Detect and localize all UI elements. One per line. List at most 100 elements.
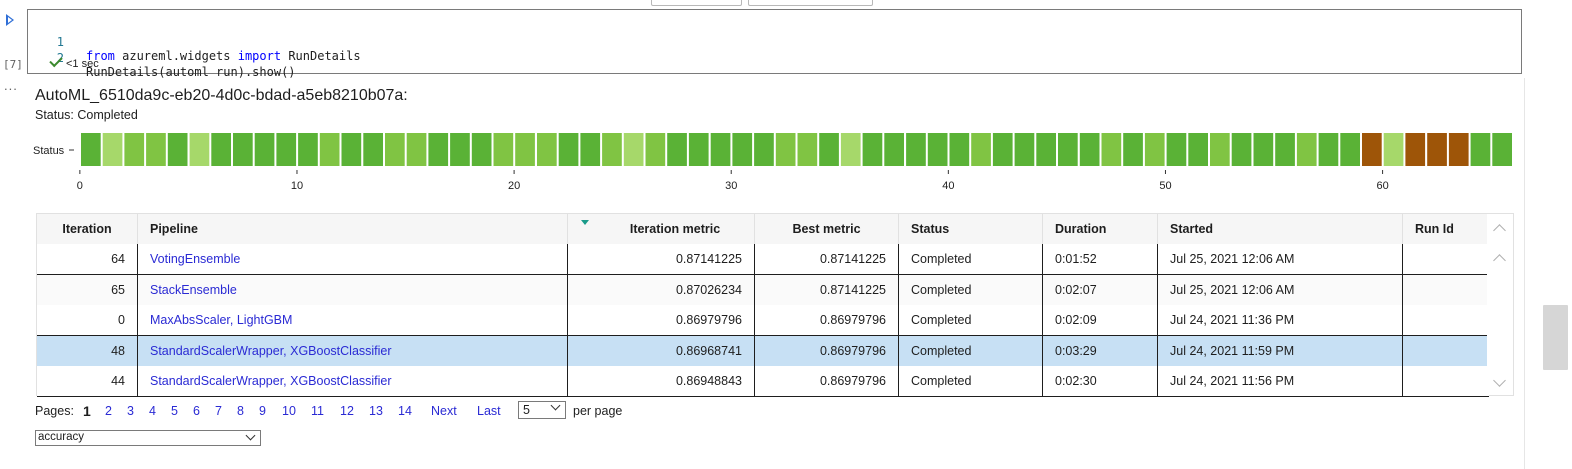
timeline-cell-21[interactable] xyxy=(537,133,557,166)
last-page-link[interactable]: Last xyxy=(477,404,501,418)
timeline-cell-51[interactable] xyxy=(1188,133,1208,166)
timeline-cell-20[interactable] xyxy=(515,133,535,166)
cell-pipeline[interactable]: StackEnsemble xyxy=(138,274,568,305)
timeline-cell-35[interactable] xyxy=(840,133,861,166)
timeline-cell-16[interactable] xyxy=(428,133,449,166)
page-link-7[interactable]: 7 xyxy=(215,404,222,418)
run-cell-icon[interactable] xyxy=(6,14,14,26)
page-link-11[interactable]: 11 xyxy=(311,404,324,418)
table-row[interactable]: 64 VotingEnsemble 0.87141225 0.87141225 Comp… xyxy=(37,244,1489,275)
code-cell[interactable]: 1 from azureml.widgets import RunDetails… xyxy=(27,9,1522,79)
timeline-cell-57[interactable] xyxy=(1318,133,1339,166)
timeline-cell-63[interactable] xyxy=(1448,133,1469,166)
scroll-up-icon[interactable] xyxy=(1493,254,1506,267)
timeline-cell-25[interactable] xyxy=(623,133,644,166)
timeline-cell-42[interactable] xyxy=(992,133,1013,166)
timeline-cell-44[interactable] xyxy=(1036,133,1056,166)
page-link-5[interactable]: 5 xyxy=(171,404,178,418)
timeline-cell-54[interactable] xyxy=(1253,133,1274,166)
timeline-cell-56[interactable] xyxy=(1296,133,1317,166)
timeline-cell-15[interactable] xyxy=(406,133,427,166)
timeline-cell-33[interactable] xyxy=(797,133,818,166)
header-status[interactable]: Status xyxy=(899,214,1043,244)
timeline-cell-43[interactable] xyxy=(1014,133,1035,166)
timeline-cell-62[interactable] xyxy=(1427,133,1447,166)
scroll-top-icon[interactable] xyxy=(1493,224,1506,237)
timeline-cell-46[interactable] xyxy=(1079,133,1100,166)
timeline-cell-52[interactable] xyxy=(1210,133,1230,166)
timeline-cell-5[interactable] xyxy=(189,133,210,166)
timeline-cell-4[interactable] xyxy=(167,133,188,166)
table-row[interactable]: 0 MaxAbsScaler, LightGBM 0.86979796 0.86979… xyxy=(37,305,1489,337)
page-link-6[interactable]: 6 xyxy=(193,404,200,418)
timeline-cell-41[interactable] xyxy=(971,133,991,166)
timeline-cell-30[interactable] xyxy=(732,133,753,166)
page-link-9[interactable]: 9 xyxy=(259,404,266,418)
timeline-cell-31[interactable] xyxy=(754,133,774,166)
timeline-cell-0[interactable] xyxy=(81,133,101,166)
header-duration[interactable]: Duration xyxy=(1043,214,1158,244)
page-link-14[interactable]: 14 xyxy=(398,404,412,418)
timeline-cell-24[interactable] xyxy=(602,133,622,166)
page-scrollbar-thumb[interactable] xyxy=(1543,305,1568,370)
next-page-link[interactable]: Next xyxy=(431,404,457,418)
timeline-cell-34[interactable] xyxy=(819,133,839,166)
toolbar-button-left[interactable] xyxy=(651,0,742,6)
timeline-cell-29[interactable] xyxy=(710,133,731,166)
table-scrollbar[interactable] xyxy=(1487,214,1513,395)
timeline-cell-48[interactable] xyxy=(1123,133,1143,166)
header-best-metric[interactable]: Best metric xyxy=(755,214,899,244)
header-run-id[interactable]: Run Id xyxy=(1403,214,1489,244)
timeline-cell-64[interactable] xyxy=(1470,133,1491,166)
header-started[interactable]: Started xyxy=(1158,214,1403,244)
timeline-cell-49[interactable] xyxy=(1144,133,1165,166)
cell-pipeline[interactable]: VotingEnsemble xyxy=(138,244,568,274)
timeline-cell-6[interactable] xyxy=(211,133,231,166)
timeline-cell-10[interactable] xyxy=(298,133,318,166)
header-iteration-metric[interactable]: Iteration metric xyxy=(568,214,755,244)
page-link-8[interactable]: 8 xyxy=(237,404,244,418)
metric-select[interactable]: accuracy xyxy=(35,430,261,446)
timeline-cell-3[interactable] xyxy=(146,133,166,166)
header-pipeline[interactable]: Pipeline xyxy=(138,214,568,244)
cell-pipeline[interactable]: StandardScalerWrapper, XGBoostClassifier xyxy=(138,335,568,366)
cell-pipeline[interactable]: StandardScalerWrapper, XGBoostClassifier xyxy=(138,366,568,397)
timeline-cell-45[interactable] xyxy=(1058,133,1078,166)
timeline-cell-53[interactable] xyxy=(1231,133,1252,166)
timeline-cell-37[interactable] xyxy=(884,133,904,166)
page-link-13[interactable]: 13 xyxy=(369,404,383,418)
header-iteration[interactable]: Iteration xyxy=(37,214,138,244)
timeline-cell-47[interactable] xyxy=(1101,133,1122,166)
timeline-cell-8[interactable] xyxy=(254,133,275,166)
timeline-cell-19[interactable] xyxy=(493,133,514,166)
timeline-cell-27[interactable] xyxy=(667,133,687,166)
toolbar-button-right[interactable] xyxy=(748,0,873,6)
timeline-cell-38[interactable] xyxy=(906,133,926,166)
cell-pipeline[interactable]: MaxAbsScaler, LightGBM xyxy=(138,305,568,336)
table-row[interactable]: 48 StandardScalerWrapper, XGBoostClassifi… xyxy=(37,335,1489,367)
timeline-cell-18[interactable] xyxy=(471,133,492,166)
timeline-cell-12[interactable] xyxy=(341,133,362,166)
timeline-cell-36[interactable] xyxy=(862,133,883,166)
timeline-cell-9[interactable] xyxy=(276,133,297,166)
timeline-cell-39[interactable] xyxy=(927,133,948,166)
timeline-cell-2[interactable] xyxy=(124,133,145,166)
table-row[interactable]: 65 StackEnsemble 0.87026234 0.87141225 Compl… xyxy=(37,274,1489,306)
page-link-10[interactable]: 10 xyxy=(282,404,296,418)
page-link-3[interactable]: 3 xyxy=(127,404,134,418)
timeline-cell-59[interactable] xyxy=(1362,133,1382,166)
timeline-cell-17[interactable] xyxy=(450,133,470,166)
timeline-cell-11[interactable] xyxy=(319,133,340,166)
timeline-cell-7[interactable] xyxy=(233,133,253,166)
page-link-2[interactable]: 2 xyxy=(105,404,112,418)
timeline-cell-58[interactable] xyxy=(1340,133,1360,166)
timeline-cell-60[interactable] xyxy=(1383,133,1404,166)
page-link-12[interactable]: 12 xyxy=(340,404,354,418)
timeline-cell-22[interactable] xyxy=(558,133,579,166)
timeline-cell-40[interactable] xyxy=(949,133,970,166)
per-page-select[interactable]: 5 xyxy=(518,400,566,419)
timeline-cell-1[interactable] xyxy=(102,133,123,166)
timeline-cell-55[interactable] xyxy=(1275,133,1295,166)
page-link-4[interactable]: 4 xyxy=(149,404,156,418)
timeline-cell-14[interactable] xyxy=(385,133,405,166)
